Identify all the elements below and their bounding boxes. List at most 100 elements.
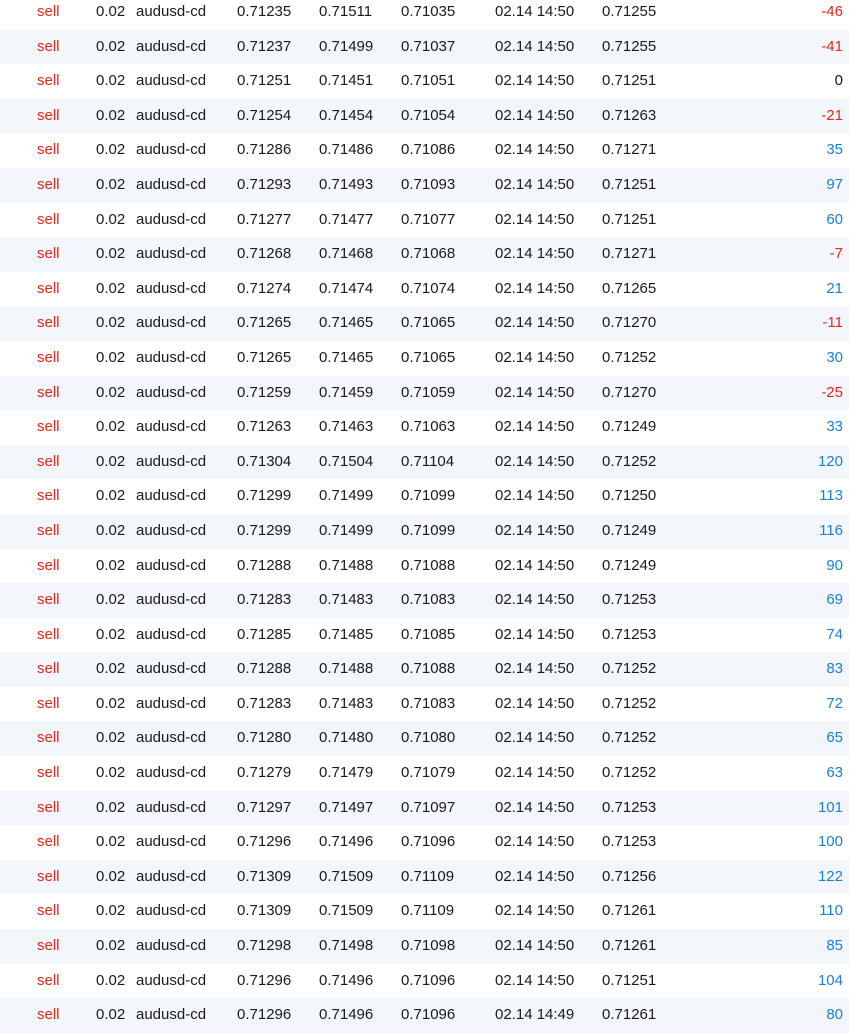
trade-take-profit: 0.71477	[319, 210, 374, 228]
trade-open-price: 0.71309	[237, 867, 292, 885]
trade-time: 02.14 14:50	[495, 106, 575, 124]
trade-time: 02.14 14:49	[495, 1006, 575, 1024]
trade-take-profit: 0.71496	[319, 971, 374, 989]
trade-row[interactable]: sell 0.02 audusd-cd 0.71237 0.71499 0.71037 02…	[0, 29, 849, 65]
trade-open-price: 0.71296	[237, 833, 292, 851]
trade-row[interactable]: sell 0.02 audusd-cd 0.71298 0.71498 0.71098 02…	[0, 929, 849, 964]
trade-type: sell	[37, 521, 60, 539]
trade-current-price: 0.71261	[602, 902, 657, 920]
trade-lots: 0.02	[96, 937, 126, 955]
trade-stop-loss: 0.71065	[401, 348, 456, 366]
trade-take-profit: 0.71509	[319, 867, 374, 885]
trade-row[interactable]: sell 0.02 audusd-cd 0.71304 0.71504 0.71104 02…	[0, 444, 849, 480]
trade-row[interactable]: sell 0.02 audusd-cd 0.71293 0.71493 0.71093 02…	[0, 167, 849, 203]
trade-lots: 0.02	[96, 867, 126, 885]
trade-row[interactable]: sell 0.02 audusd-cd 0.71268 0.71468 0.71068 02…	[0, 237, 849, 272]
trade-row[interactable]: sell 0.02 audusd-cd 0.71283 0.71483 0.71083 02…	[0, 583, 849, 618]
trade-type: sell	[37, 3, 60, 20]
trade-lots: 0.02	[96, 971, 126, 989]
trade-open-price: 0.71299	[237, 487, 292, 505]
trade-row[interactable]: sell 0.02 audusd-cd 0.71235 0.71511 0.71035 02…	[0, 0, 849, 30]
trade-row[interactable]: sell 0.02 audusd-cd 0.71299 0.71499 0.71099 02…	[0, 513, 849, 549]
trade-row[interactable]: sell 0.02 audusd-cd 0.71288 0.71488 0.71088 02…	[0, 652, 849, 687]
trade-row[interactable]: sell 0.02 audusd-cd 0.71263 0.71463 0.71063 02…	[0, 410, 849, 445]
trade-take-profit: 0.71488	[319, 556, 374, 574]
trade-time: 02.14 14:50	[495, 556, 575, 574]
trade-row[interactable]: sell 0.02 audusd-cd 0.71299 0.71499 0.71099 02…	[0, 479, 849, 514]
trade-lots: 0.02	[96, 902, 126, 920]
trade-row[interactable]: sell 0.02 audusd-cd 0.71285 0.71485 0.71085 02…	[0, 618, 849, 653]
trade-take-profit: 0.71451	[319, 72, 374, 90]
trade-type: sell	[37, 902, 60, 920]
trade-lots: 0.02	[96, 3, 126, 20]
trade-row[interactable]: sell 0.02 audusd-cd 0.71286 0.71486 0.71086 02…	[0, 133, 849, 168]
trade-open-price: 0.71293	[237, 175, 292, 193]
trade-profit: 83	[826, 660, 843, 678]
trade-open-price: 0.71297	[237, 798, 292, 816]
trade-symbol: audusd-cd	[136, 521, 207, 539]
trade-stop-loss: 0.71088	[401, 660, 456, 678]
trade-row[interactable]: sell 0.02 audusd-cd 0.71309 0.71509 0.71109 02…	[0, 894, 849, 929]
trade-stop-loss: 0.71065	[401, 314, 456, 332]
trade-type: sell	[37, 106, 60, 124]
trade-symbol: audusd-cd	[136, 348, 207, 366]
trade-row[interactable]: sell 0.02 audusd-cd 0.71251 0.71451 0.71051 02…	[0, 64, 849, 99]
trade-row[interactable]: sell 0.02 audusd-cd 0.71259 0.71459 0.71059 02…	[0, 375, 849, 411]
trade-take-profit: 0.71496	[319, 833, 374, 851]
trade-row[interactable]: sell 0.02 audusd-cd 0.71296 0.71496 0.71096 02…	[0, 964, 849, 999]
trade-row[interactable]: sell 0.02 audusd-cd 0.71296 0.71496 0.71096 02…	[0, 998, 849, 1033]
trade-current-price: 0.71253	[602, 798, 657, 816]
trade-type: sell	[37, 245, 60, 263]
trade-time: 02.14 14:50	[495, 729, 575, 747]
trade-profit: 116	[819, 521, 843, 539]
trade-row[interactable]: sell 0.02 audusd-cd 0.71277 0.71477 0.71077 02…	[0, 203, 849, 238]
trade-take-profit: 0.71498	[319, 937, 374, 955]
trade-type: sell	[37, 1006, 60, 1024]
trade-lots: 0.02	[96, 175, 126, 193]
trade-type: sell	[37, 175, 60, 193]
trade-row[interactable]: sell 0.02 audusd-cd 0.71254 0.71454 0.71054 02…	[0, 98, 849, 134]
trade-row[interactable]: sell 0.02 audusd-cd 0.71274 0.71474 0.71074 02…	[0, 272, 849, 307]
trade-profit: -11	[822, 314, 843, 332]
trade-row[interactable]: sell 0.02 audusd-cd 0.71279 0.71479 0.71079 02…	[0, 756, 849, 791]
trade-time: 02.14 14:50	[495, 3, 575, 20]
trade-symbol: audusd-cd	[136, 383, 207, 401]
trade-type: sell	[37, 72, 60, 90]
trade-row[interactable]: sell 0.02 audusd-cd 0.71288 0.71488 0.71088 02…	[0, 549, 849, 584]
trade-lots: 0.02	[96, 141, 126, 159]
trade-time: 02.14 14:50	[495, 487, 575, 505]
trade-profit: 35	[826, 141, 843, 159]
trade-stop-loss: 0.71079	[401, 764, 456, 782]
trade-take-profit: 0.71504	[319, 452, 374, 470]
trade-row[interactable]: sell 0.02 audusd-cd 0.71296 0.71496 0.71096 02…	[0, 825, 849, 860]
trade-lots: 0.02	[96, 764, 126, 782]
trade-row[interactable]: sell 0.02 audusd-cd 0.71283 0.71483 0.71083 02…	[0, 687, 849, 722]
trade-time: 02.14 14:50	[495, 383, 575, 401]
trade-time: 02.14 14:50	[495, 764, 575, 782]
trade-type: sell	[37, 937, 60, 955]
trade-profit: 100	[817, 833, 843, 851]
trade-row[interactable]: sell 0.02 audusd-cd 0.71280 0.71480 0.71080 02…	[0, 721, 849, 757]
trade-profit: -7	[829, 245, 843, 263]
trade-symbol: audusd-cd	[136, 1006, 207, 1024]
trade-time: 02.14 14:50	[495, 971, 575, 989]
trade-type: sell	[37, 764, 60, 782]
trade-stop-loss: 0.71099	[401, 487, 456, 505]
trade-symbol: audusd-cd	[136, 37, 207, 55]
trade-stop-loss: 0.71083	[401, 694, 456, 712]
trade-row[interactable]: sell 0.02 audusd-cd 0.71265 0.71465 0.71065 02…	[0, 341, 849, 376]
trade-open-price: 0.71277	[237, 210, 292, 228]
trade-row[interactable]: sell 0.02 audusd-cd 0.71309 0.71509 0.71109 02…	[0, 859, 849, 895]
trade-lots: 0.02	[96, 556, 126, 574]
trade-type: sell	[37, 210, 60, 228]
trade-type: sell	[37, 867, 60, 885]
trade-row[interactable]: sell 0.02 audusd-cd 0.71297 0.71497 0.71097 02…	[0, 790, 849, 826]
trade-symbol: audusd-cd	[136, 418, 207, 436]
trade-take-profit: 0.71474	[319, 279, 374, 297]
trade-row[interactable]: sell 0.02 audusd-cd 0.71265 0.71465 0.71065 02…	[0, 306, 849, 341]
trade-stop-loss: 0.71088	[401, 556, 456, 574]
trade-current-price: 0.71252	[602, 452, 657, 470]
trade-current-price: 0.71251	[602, 971, 657, 989]
trade-type: sell	[37, 452, 60, 470]
trade-stop-loss: 0.71083	[401, 591, 456, 609]
